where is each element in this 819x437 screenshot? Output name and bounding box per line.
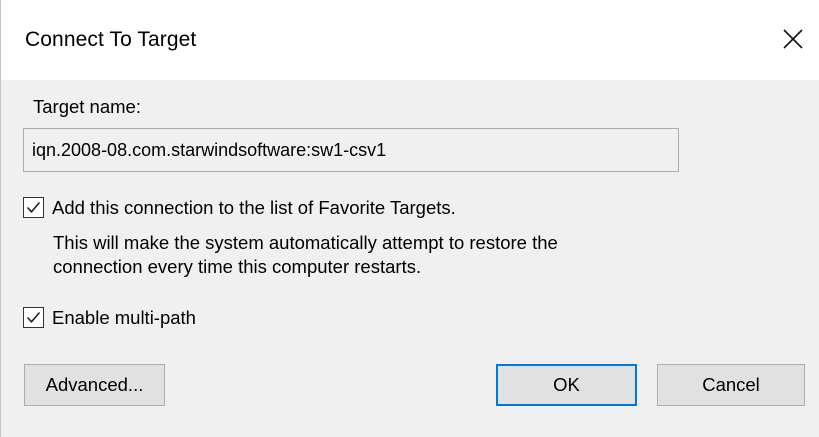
checkmark-icon — [26, 311, 41, 323]
advanced-button[interactable]: Advanced... — [24, 364, 165, 406]
cancel-button[interactable]: Cancel — [657, 364, 805, 406]
favorite-targets-checkbox[interactable] — [23, 197, 44, 218]
title-bar: Connect To Target — [1, 0, 819, 80]
favorite-targets-description-line2: connection every time this computer rest… — [53, 256, 422, 277]
connect-to-target-dialog: Connect To Target Target name: iqn.2008-… — [0, 0, 819, 437]
favorite-targets-description-line1: This will make the system automatically … — [53, 232, 558, 253]
target-name-label: Target name: — [33, 96, 141, 117]
checkmark-icon — [26, 201, 41, 213]
multipath-label[interactable]: Enable multi-path — [52, 307, 196, 329]
ok-button[interactable]: OK — [496, 364, 637, 406]
multipath-checkbox[interactable] — [23, 307, 44, 328]
favorite-targets-label[interactable]: Add this connection to the list of Favor… — [52, 197, 456, 219]
close-button[interactable] — [772, 20, 812, 60]
dialog-title: Connect To Target — [25, 28, 197, 51]
close-icon — [783, 29, 803, 49]
target-name-field[interactable]: iqn.2008-08.com.starwindsoftware:sw1-csv… — [23, 128, 679, 172]
